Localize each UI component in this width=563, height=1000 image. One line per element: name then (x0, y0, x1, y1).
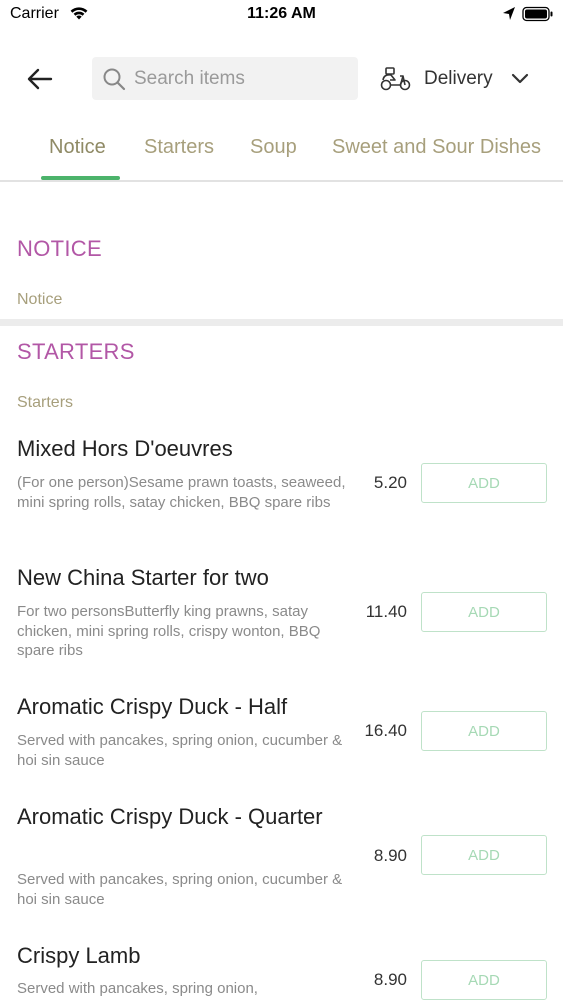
search-input[interactable] (134, 67, 334, 90)
item-name: Aromatic Crispy Duck - Quarter (17, 804, 323, 829)
scooter-icon (380, 67, 411, 91)
add-button[interactable]: ADD (421, 835, 547, 875)
delivery-label: Delivery (424, 68, 493, 89)
item-price: 11.40 (365, 602, 407, 621)
back-button[interactable] (24, 64, 56, 94)
section-title-notice: NOTICE (17, 236, 102, 261)
status-bar: Carrier 11:26 AM (0, 0, 563, 30)
item-price: 16.40 (364, 721, 407, 740)
item-description: Served with pancakes, spring onion, cucu… (17, 871, 343, 908)
item-price: 8.90 (373, 846, 407, 865)
section-subtitle-starters: Starters (17, 394, 74, 411)
add-button[interactable]: ADD (421, 711, 547, 751)
item-description: (For one person)Sesame prawn toasts, sea… (17, 474, 346, 511)
item-price: 8.90 (373, 970, 407, 989)
location-arrow-icon (503, 7, 515, 20)
battery-icon (522, 6, 553, 22)
tab-notice[interactable]: Notice (49, 136, 106, 159)
item-name: New China Starter for two (17, 565, 269, 590)
arrow-left-icon (27, 68, 53, 90)
tab-sweet-and-sour-dishes[interactable]: Sweet and Sour Dishes (332, 136, 541, 159)
tab-soup[interactable]: Soup (250, 136, 297, 159)
section-title-starters: STARTERS (17, 339, 135, 364)
chevron-down-icon (511, 73, 528, 84)
section-divider (0, 319, 563, 326)
status-time: 11:26 AM (247, 5, 316, 22)
top-bar: Delivery (0, 56, 563, 102)
item-name: Crispy Lamb (17, 943, 141, 968)
category-tabs: Notice Starters Soup Sweet and Sour Dish… (0, 124, 563, 182)
item-price: 5.20 (373, 473, 407, 492)
search-icon (103, 68, 126, 90)
item-description: Served with pancakes, spring onion, (17, 980, 258, 997)
item-description: For two personsButterfly king prawns, sa… (17, 603, 321, 659)
tab-starters[interactable]: Starters (144, 136, 214, 159)
item-name: Mixed Hors D'oeuvres (17, 436, 233, 461)
delivery-selector[interactable]: Delivery (380, 63, 529, 95)
add-button[interactable]: ADD (421, 960, 547, 1000)
tabs-divider (0, 180, 563, 182)
add-button[interactable]: ADD (421, 592, 547, 632)
section-subtitle-notice: Notice (17, 291, 63, 308)
search-box[interactable] (92, 57, 358, 100)
item-description: Served with pancakes, spring onion, cucu… (17, 732, 343, 769)
add-button[interactable]: ADD (421, 463, 547, 503)
item-name: Aromatic Crispy Duck - Half (17, 694, 288, 719)
